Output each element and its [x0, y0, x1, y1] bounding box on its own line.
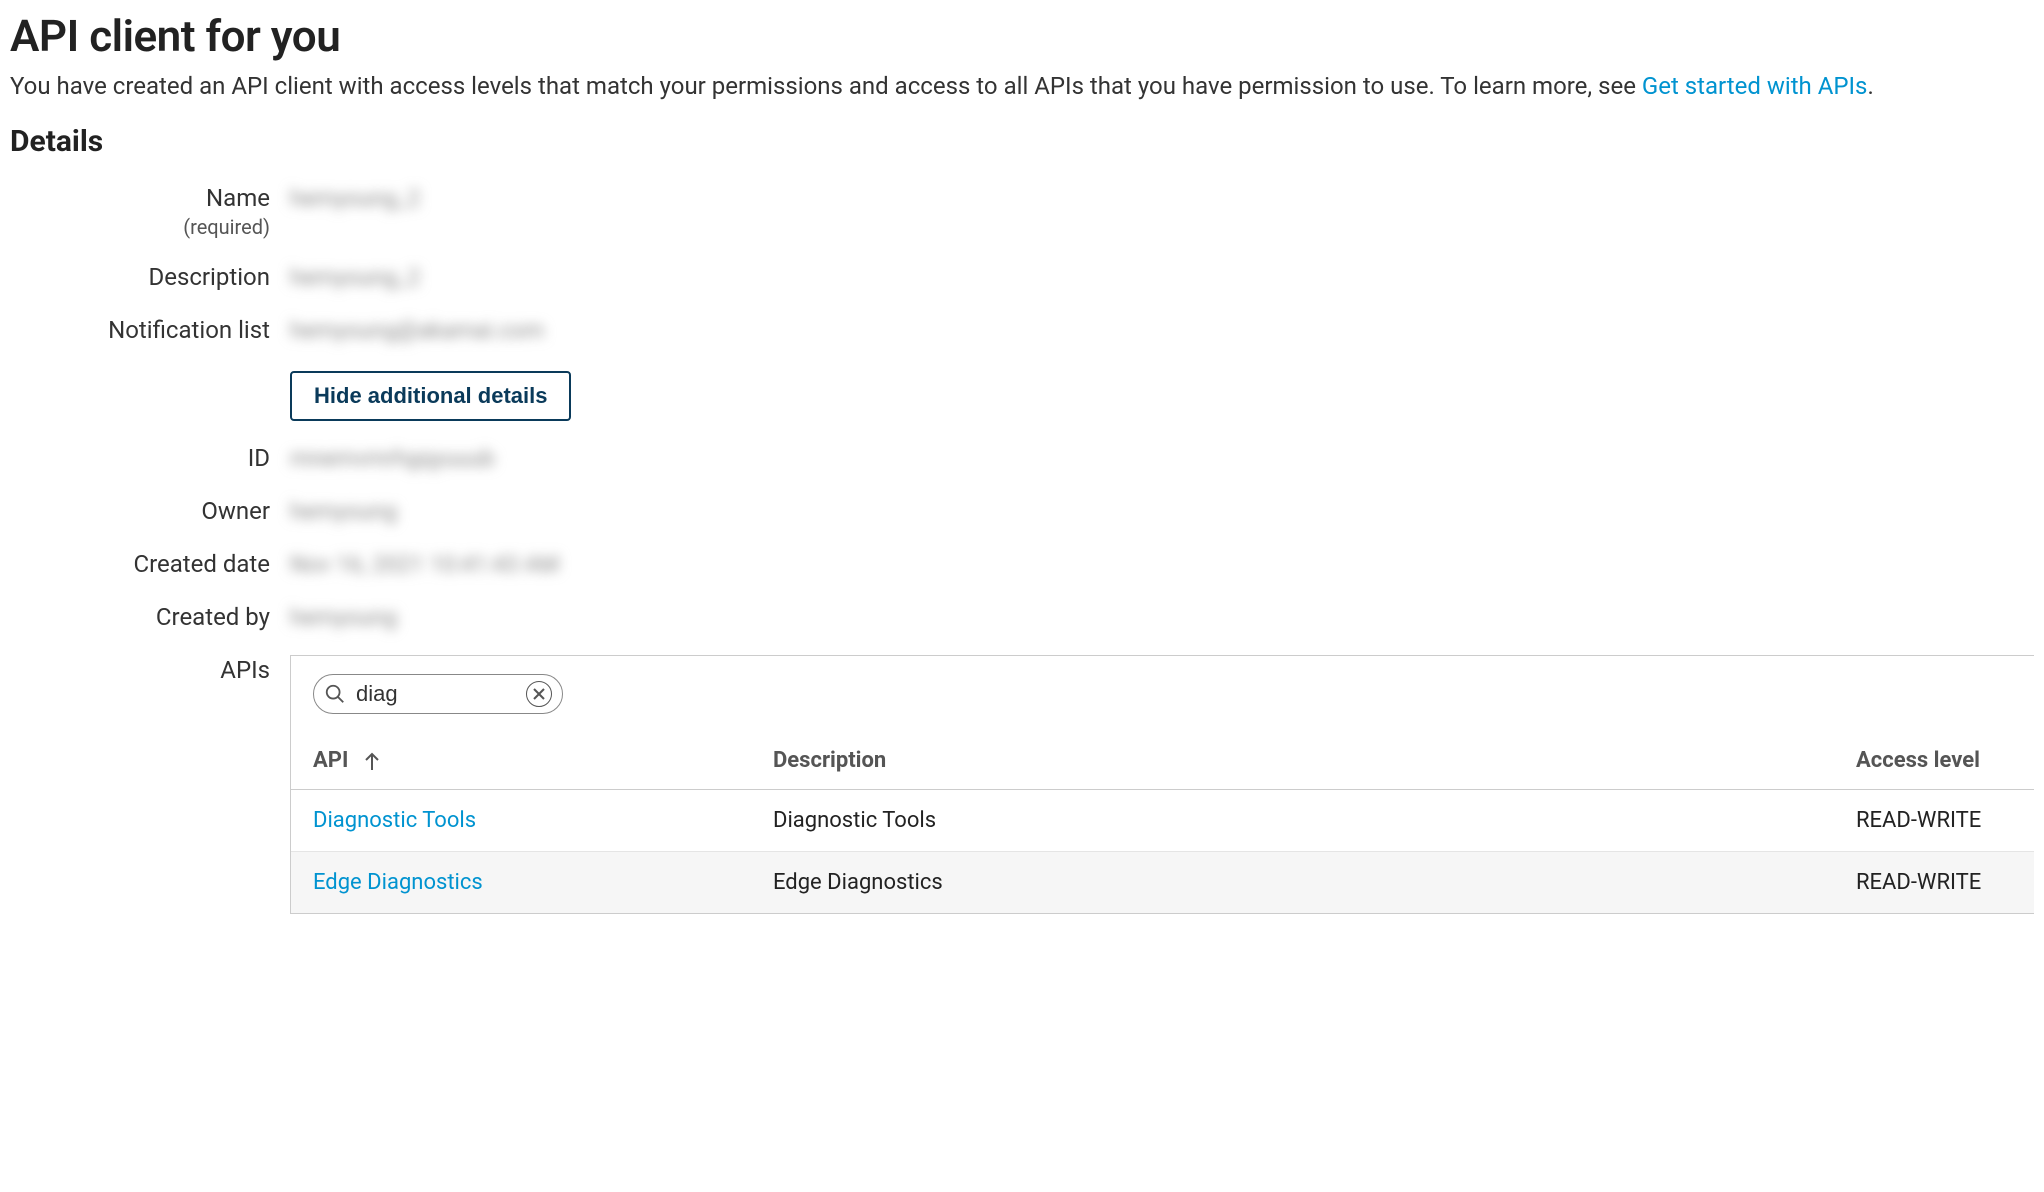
created-by-value: hemyoung	[290, 602, 2034, 631]
details-heading: Details	[10, 124, 2034, 159]
api-description: Diagnostic Tools	[751, 790, 1834, 852]
api-access-level: READ-WRITE	[1834, 790, 2034, 852]
description-label: Description	[10, 262, 290, 293]
created-date-label: Created date	[10, 549, 290, 580]
column-header-description[interactable]: Description	[751, 724, 1834, 790]
created-date-value: Nov 16, 2021 10:41:43 AM	[290, 549, 2034, 578]
description-value: hemyoung_2	[290, 262, 2034, 291]
get-started-link[interactable]: Get started with APIs	[1642, 72, 1868, 100]
table-row: Edge Diagnostics Edge Diagnostics READ-W…	[291, 852, 2034, 914]
notification-list-value: hemyoung@akamai.com	[290, 315, 2034, 344]
apis-table: API Description Access level Diagnostic …	[291, 724, 2034, 913]
column-header-api[interactable]: API	[291, 724, 751, 790]
close-icon	[533, 688, 545, 700]
column-header-access-level[interactable]: Access level	[1834, 724, 2034, 790]
page-title: API client for you	[10, 10, 2034, 62]
clear-search-button[interactable]	[526, 681, 552, 707]
hide-additional-details-button[interactable]: Hide additional details	[290, 371, 571, 421]
page-subtitle: You have created an API client with acce…	[10, 72, 2034, 100]
name-value: hemyoung_2	[290, 183, 2034, 212]
api-search-input[interactable]	[356, 681, 526, 707]
api-search-box	[313, 674, 563, 714]
api-link[interactable]: Diagnostic Tools	[313, 808, 476, 833]
owner-value: hemyoung	[290, 496, 2034, 525]
id-value: mnemvmrhgqyuuub	[290, 443, 2034, 472]
subtitle-text-post: .	[1867, 72, 1873, 100]
subtitle-text: You have created an API client with acce…	[10, 72, 1642, 100]
owner-label: Owner	[10, 496, 290, 527]
search-icon	[324, 683, 346, 705]
id-label: ID	[10, 443, 290, 474]
api-access-level: READ-WRITE	[1834, 852, 2034, 914]
notification-list-label: Notification list	[10, 315, 290, 346]
api-description: Edge Diagnostics	[751, 852, 1834, 914]
table-row: Diagnostic Tools Diagnostic Tools READ-W…	[291, 790, 2034, 852]
name-label: Name (required)	[10, 183, 290, 240]
apis-panel: API Description Access level Diagnostic …	[290, 655, 2034, 914]
apis-label: APIs	[10, 655, 290, 686]
name-required-hint: (required)	[10, 214, 270, 240]
api-link[interactable]: Edge Diagnostics	[313, 870, 483, 895]
created-by-label: Created by	[10, 602, 290, 633]
sort-ascending-icon	[364, 748, 380, 773]
